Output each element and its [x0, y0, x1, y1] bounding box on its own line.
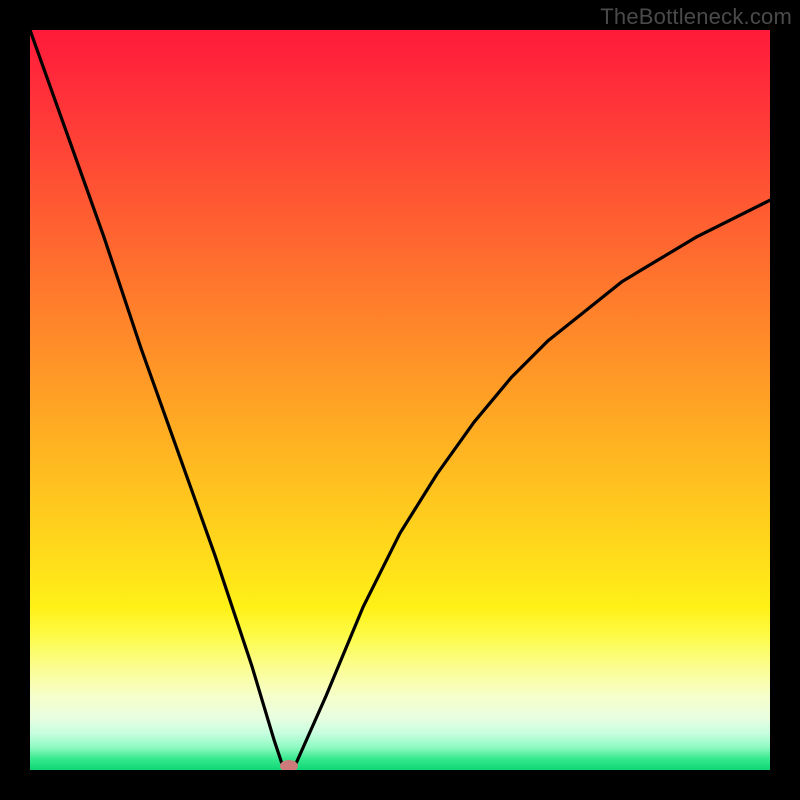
bottleneck-curve	[30, 30, 770, 770]
plot-area	[30, 30, 770, 770]
chart-canvas: TheBottleneck.com	[0, 0, 800, 800]
optimal-point-marker	[280, 760, 298, 770]
watermark-text: TheBottleneck.com	[600, 4, 792, 30]
